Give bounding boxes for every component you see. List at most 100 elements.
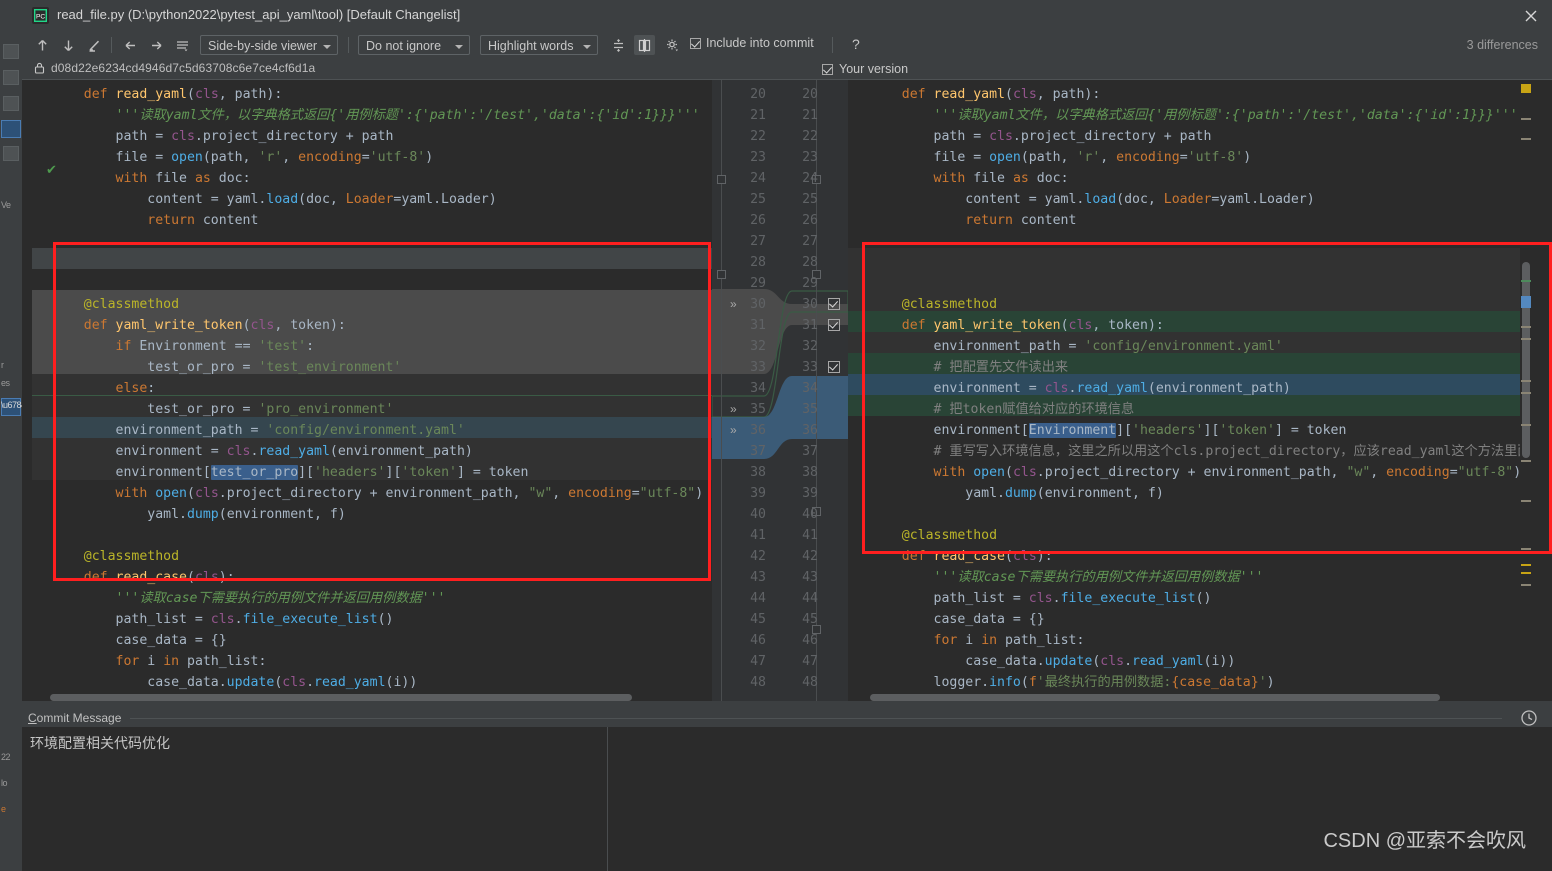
code-line: path = cls.project_directory + path	[52, 129, 394, 144]
help-icon[interactable]: ?	[852, 36, 860, 52]
line-number: 48	[750, 675, 766, 690]
code-line: else:	[115, 381, 156, 396]
next-difference-icon[interactable]	[58, 35, 79, 55]
line-number: 46	[750, 633, 766, 648]
line-number: 26	[750, 213, 766, 228]
line-number: 30	[802, 297, 818, 312]
line-number: 32	[802, 339, 818, 354]
revision-hash: d08d22e6234cd4946d7c5d63708c6e7ce4cf6d1a	[51, 61, 316, 75]
apply-change-chevron[interactable]: »	[730, 294, 737, 315]
diff-viewer-window: Ve es \u6784 r 22 lo e PC read_file.py (…	[0, 0, 1552, 871]
line-number: 20	[750, 87, 766, 102]
your-version-box[interactable]	[822, 63, 833, 75]
validation-ok-icon: ✔	[46, 162, 57, 177]
line-number: 32	[750, 339, 766, 354]
line-number: 23	[750, 150, 766, 165]
line-number: 39	[802, 486, 818, 501]
gutter-line-numbers-right: 20 21 22 23 24 25 26 27 28 29 30 31 32 33 34 35 36 37 38 39…	[780, 80, 848, 702]
accept-change-checkbox[interactable]	[828, 319, 840, 331]
line-number: 37	[750, 444, 766, 459]
annotate-icon[interactable]	[84, 35, 105, 55]
code-line: def read_yaml(cls, path):	[83, 87, 283, 102]
include-into-commit-label: Include into commit	[706, 36, 814, 50]
line-number: 35	[750, 402, 766, 417]
diff-gutter: 20 21 22 23 24 25 26 27 28 29 30 31 32 33 34 35 36 37 38 39…	[712, 80, 848, 702]
code-line: # 重写写入环境信息，这里之所以用这个cls.project_directory…	[870, 444, 1532, 459]
code-line: '''读取yaml文件，以字典格式返回{'用例标题':{'path':'/tes…	[52, 108, 700, 123]
line-number: 21	[802, 108, 818, 123]
code-line: def read_yaml(cls, path):	[901, 87, 1101, 102]
line-number: 22	[750, 129, 766, 144]
synchronize-scroll-icon[interactable]	[634, 35, 655, 55]
code-line: test_or_pro = 'pro_environment'	[52, 402, 394, 417]
previous-difference-icon[interactable]	[32, 35, 53, 55]
code-line: return content	[147, 213, 259, 228]
revision-header-row: d08d22e6234cd4946d7c5d63708c6e7ce4cf6d1a…	[22, 59, 1552, 79]
code-line: environment = cls.read_yaml(environment_…	[870, 381, 1291, 396]
line-number: 48	[802, 675, 818, 690]
code-line: test_or_pro = 'test_environment'	[52, 360, 402, 375]
lock-icon	[34, 62, 45, 74]
code-line: def yaml_write_token(cls, token):	[83, 318, 346, 333]
right-code-pane[interactable]: def read_yaml(cls, path): '''读取yaml文件，以字…	[848, 80, 1532, 702]
line-number: 40	[750, 507, 766, 522]
ignore-policy-dropdown[interactable]: Do not ignore	[358, 35, 470, 55]
code-line: with open(cls.project_directory + enviro…	[933, 465, 1532, 480]
your-version-label: Your version	[839, 62, 909, 76]
line-number: 28	[750, 255, 766, 270]
code-line: path = cls.project_directory + path	[870, 129, 1212, 144]
line-number: 37	[802, 444, 818, 459]
code-line: @classmethod	[52, 297, 180, 312]
close-icon[interactable]	[1522, 7, 1540, 25]
line-number: 24	[802, 171, 818, 186]
code-line: '''读取case下需要执行的用例文件并返回用例数据'''	[870, 570, 1264, 585]
accept-change-checkbox[interactable]	[828, 298, 840, 310]
code-line: environment[Environment]['headers']['tok…	[870, 423, 1347, 438]
diff-toolbar: Side-by-side viewer Do not ignore Highli…	[22, 31, 1552, 59]
code-line: file = open(path, 'r', encoding='utf-8')	[52, 150, 434, 165]
highlight-mode-dropdown[interactable]: Highlight words	[480, 35, 598, 55]
line-number: 27	[750, 234, 766, 249]
collapse-unchanged-icon[interactable]	[608, 35, 629, 55]
code-line: for i in path_list:	[115, 654, 267, 669]
code-line: for i in path_list:	[933, 633, 1085, 648]
apply-change-chevron[interactable]: »	[730, 399, 737, 420]
settings-gear-icon[interactable]	[662, 35, 683, 55]
line-number: 31	[802, 318, 818, 333]
go-back-icon[interactable]	[120, 35, 141, 55]
left-code-pane[interactable]: def read_yaml(cls, path): '''读取yaml文件，以字…	[22, 80, 712, 702]
code-line: with file as doc:	[933, 171, 1069, 186]
code-line: path_list = cls.file_execute_list()	[870, 591, 1212, 606]
line-number: 25	[802, 192, 818, 207]
background-ide-strip: Ve es \u6784 r 22 lo e	[0, 0, 26, 871]
line-number: 47	[750, 654, 766, 669]
line-number: 42	[750, 549, 766, 564]
accept-change-checkbox[interactable]	[828, 361, 840, 373]
svg-text:PC: PC	[36, 13, 45, 20]
apply-change-chevron[interactable]: »	[730, 420, 737, 441]
line-number: 36	[802, 423, 818, 438]
line-number: 31	[750, 318, 766, 333]
include-into-commit-box[interactable]	[690, 37, 701, 49]
code-line: environment[test_or_pro]['headers']['tok…	[52, 465, 529, 480]
diff-editor: ✔ def read_yaml(cls, path): '''读取yaml文件，…	[22, 79, 1552, 702]
code-line: def yaml_write_token(cls, token):	[901, 318, 1164, 333]
line-number: 22	[802, 129, 818, 144]
code-line: @classmethod	[870, 297, 998, 312]
line-number: 44	[802, 591, 818, 606]
code-line: case_data = {}	[870, 612, 1045, 627]
line-number: 29	[802, 276, 818, 291]
right-vertical-scrollbar[interactable]	[1520, 80, 1532, 702]
line-number: 38	[802, 465, 818, 480]
line-number: 41	[750, 528, 766, 543]
go-forward-icon[interactable]	[146, 35, 167, 55]
view-options-icon[interactable]	[172, 35, 193, 55]
clock-history-icon[interactable]	[1520, 709, 1538, 727]
include-into-commit-checkbox[interactable]: Include into commit	[690, 36, 814, 50]
code-line: case_data.update(cls.read_yaml(i))	[52, 675, 418, 690]
viewer-mode-dropdown[interactable]: Side-by-side viewer	[200, 35, 338, 55]
line-number: 34	[802, 381, 818, 396]
your-version-checkbox[interactable]: Your version	[822, 62, 908, 76]
line-number: 34	[750, 381, 766, 396]
line-number: 44	[750, 591, 766, 606]
